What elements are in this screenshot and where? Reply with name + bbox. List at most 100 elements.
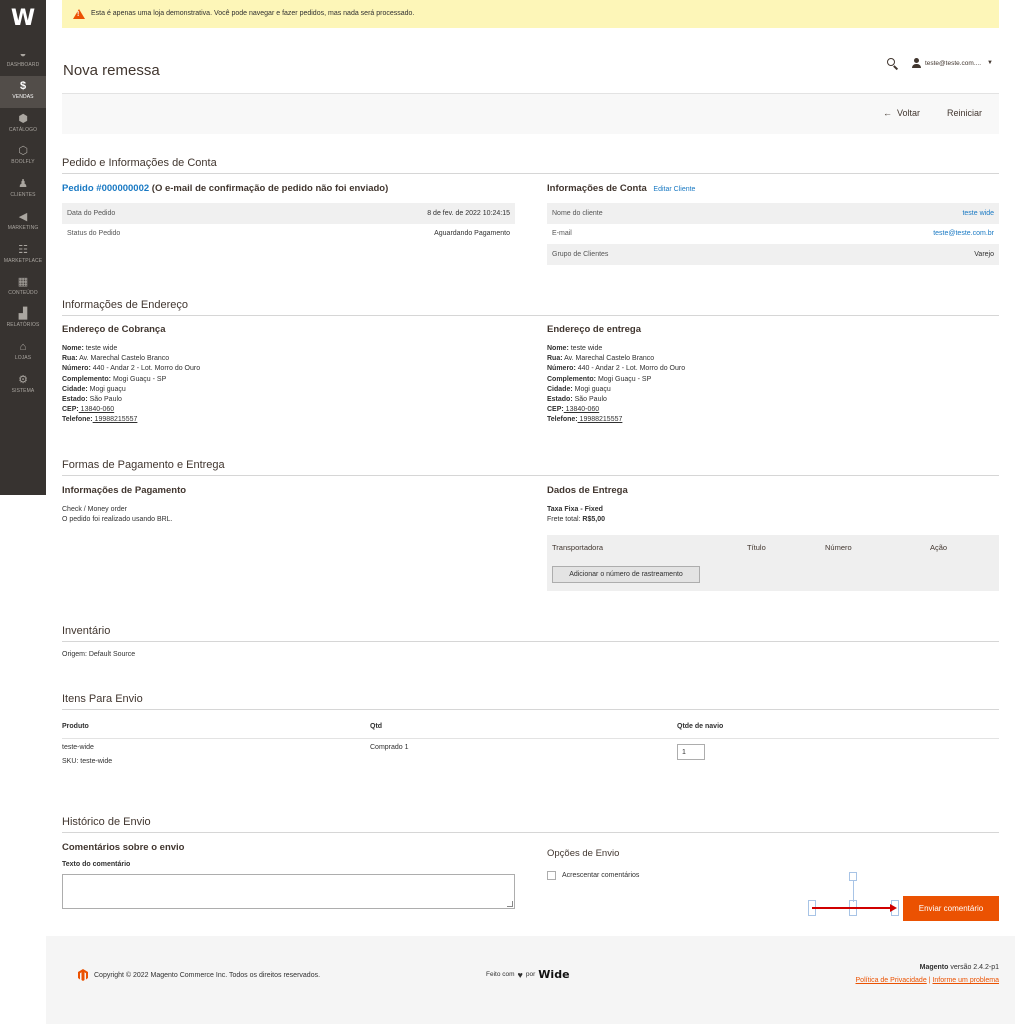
arrow-head-icon — [890, 904, 897, 912]
wide-brand-logo[interactable]: Wide — [538, 968, 569, 981]
append-comments-option[interactable]: Acrescentar comentários — [547, 871, 639, 880]
address-line: Telefone: 19988215557 — [547, 416, 623, 424]
search-icon[interactable] — [886, 57, 899, 70]
sidebar-item-label: CATÁLOGO — [8, 127, 38, 133]
order-info-table: Data do Pedido 8 de fev. de 2022 10:24:1… — [62, 203, 515, 244]
annotation-arrow — [812, 907, 894, 909]
comment-textarea[interactable] — [62, 874, 515, 909]
sidebar-item-lojas[interactable]: ⌂ LOJAS — [0, 337, 46, 369]
ship-qty-input[interactable]: 1 — [677, 744, 705, 760]
billing-address-title: Endereço de Cobrança — [62, 324, 166, 335]
payment-currency-note: O pedido foi realizado usando BRL. — [62, 516, 173, 523]
page-actions-bar: ← Voltar Reiniciar — [62, 93, 999, 134]
sidebar-item-relatórios[interactable]: ▟ RELATÓRIOS — [0, 304, 46, 336]
privacy-policy-link[interactable]: Política de Privacidade — [856, 977, 927, 984]
copyright: Copyright © 2022 Magento Commerce Inc. T… — [78, 969, 320, 981]
section-title-payment-shipping: Formas de Pagamento e Entrega — [62, 459, 999, 476]
magento-logo-icon — [78, 969, 88, 981]
sidebar-item-clientes[interactable]: ♟ CLIENTES — [0, 174, 46, 206]
sidebar-item-vendas[interactable]: $ VENDAS — [0, 76, 46, 108]
address-line: Nome: teste wide — [547, 345, 603, 352]
wide-logo[interactable]: W — [8, 6, 38, 32]
order-heading: Pedido #000000002 (O e-mail de confirmaç… — [62, 183, 388, 194]
customer-group-row: Grupo de Clientes Varejo — [547, 244, 999, 265]
sidebar-item-marketplace[interactable]: ☷ MARKETPLACE — [0, 240, 46, 272]
customer-name-row: Nome do cliente teste wide — [547, 203, 999, 224]
footer-links: Política de Privacidade | Informe um pro… — [855, 977, 999, 984]
address-line: Cidade: Mogi guaçu — [62, 385, 126, 393]
sidebar-item-boolfly[interactable]: ⬡ BOOLFLY — [0, 141, 46, 173]
customer-group: Varejo — [974, 250, 994, 258]
demo-store-notice: ! Esta é apenas uma loja demonstrativa. … — [62, 0, 999, 28]
sidebar-item-sistema[interactable]: ⚙ SISTEMA — [0, 370, 46, 402]
sidebar-item-label: BOOLFLY — [11, 159, 35, 165]
store-icon: ⌂ — [19, 341, 27, 353]
customer-name-link[interactable]: teste wide — [962, 210, 994, 217]
order-link[interactable]: Pedido #000000002 — [62, 183, 149, 194]
payment-info-title: Informações de Pagamento — [62, 485, 187, 496]
order-status: Aguardando Pagamento — [434, 230, 510, 238]
annotation-overlay — [806, 872, 902, 916]
address-line: Telefone: 19988215557 — [62, 416, 138, 424]
resize-handle-icon[interactable] — [507, 901, 513, 907]
address-line: Estado: São Paulo — [547, 396, 607, 404]
gear-icon: ⚙ — [18, 374, 28, 386]
sidebar-item-marketing[interactable]: ◀ MARKETING — [0, 207, 46, 239]
add-tracking-number-button[interactable]: Adicionar o número de rastreamento — [552, 566, 700, 583]
sidebar-item-label: LOJAS — [14, 355, 32, 361]
sidebar-item-catálogo[interactable]: ⬢ CATÁLOGO — [0, 109, 46, 141]
sidebar-item-label: VENDAS — [12, 94, 34, 100]
shipping-data-title: Dados de Entrega — [547, 485, 628, 496]
section-title-order-account: Pedido e Informações de Conta — [62, 157, 999, 174]
caret-down-icon[interactable]: ▼ — [987, 60, 993, 66]
section-title-address: Informações de Endereço — [62, 299, 999, 316]
page-title: Nova remessa — [63, 62, 160, 79]
address-line: Estado: São Paulo — [62, 396, 122, 404]
sidebar-item-label: MARKETING — [7, 225, 39, 231]
made-with: Feito com ♥ por Wide — [486, 968, 570, 981]
footer: Copyright © 2022 Magento Commerce Inc. T… — [46, 936, 1015, 1024]
address-line: Cidade: Mogi guaçu — [547, 385, 611, 393]
order-date: 8 de fev. de 2022 10:24:15 — [427, 209, 510, 217]
freight-total: Frete total: R$5,00 — [547, 516, 605, 523]
report-issue-link[interactable]: Informe um problema — [932, 977, 999, 984]
sidebar-item-label: CLIENTES — [10, 192, 36, 198]
edit-customer-link[interactable]: Editar Cliente — [653, 186, 695, 193]
append-comments-checkbox[interactable] — [547, 871, 556, 880]
product-sku: SKU: teste-wide — [62, 758, 113, 765]
billing-address: Nome: teste wide Rua: Av. Marechal Castel… — [62, 344, 200, 426]
tracking-table: Transportadora Título Número Ação Adicio… — [547, 535, 999, 591]
account-info-table: Nome do cliente teste wide E-mail teste@… — [547, 203, 999, 265]
address-line: CEP: 13840-060 — [62, 406, 115, 414]
shipping-address-title: Endereço de entrega — [547, 324, 641, 335]
payment-info: Check / Money order O pedido foi realiza… — [62, 505, 173, 525]
section-title-inventory: Inventário — [62, 625, 999, 642]
cube-icon: ⬢ — [18, 113, 28, 125]
sidebar-item-label: DASHBOARD — [6, 62, 40, 68]
sidebar-item-conteúdo[interactable]: ▦ CONTEÚDO — [0, 272, 46, 304]
dashboard-icon: ◒ — [19, 48, 27, 60]
sitemap-icon: ☷ — [18, 244, 28, 256]
sidebar-item-label: SISTEMA — [11, 388, 35, 394]
comment-text-label: Texto do comentário — [62, 861, 131, 868]
items-table-header: Produto Qtd Qtde de navio — [62, 723, 999, 739]
version-info: Magento versão 2.4.2-p1 — [919, 964, 999, 971]
comments-title: Comentários sobre o envio — [62, 842, 185, 853]
inventory-origin: Origem: Default Source — [62, 651, 136, 658]
person-icon: ♟ — [18, 178, 28, 190]
account-info-heading: Informações de Conta Editar Cliente — [547, 183, 696, 194]
shipping-address: Nome: teste wide Rua: Av. Marechal Castel… — [547, 344, 685, 426]
heart-icon: ♥ — [517, 969, 523, 980]
submit-comment-button[interactable]: Enviar comentário — [903, 896, 999, 921]
reset-button[interactable]: Reiniciar — [947, 108, 982, 118]
notice-text: Esta é apenas uma loja demonstrativa. Vo… — [91, 10, 415, 17]
sidebar-item-dashboard[interactable]: ◒ DASHBOARD — [0, 44, 46, 76]
address-line: Rua: Av. Marechal Castelo Branco — [547, 355, 655, 363]
order-status-row: Status do Pedido Aguardando Pagamento — [67, 230, 510, 238]
customer-email-link[interactable]: teste@teste.com.br — [933, 230, 994, 237]
user-menu[interactable]: teste@teste.com.... — [925, 60, 981, 67]
address-line: Rua: Av. Marechal Castelo Branco — [62, 355, 170, 363]
admin-sidebar: W ◒ DASHBOARD $ VENDAS ⬢ CATÁLOGO ⬡ BOOLFLY ♟ CLI… — [0, 0, 46, 495]
back-button[interactable]: ← Voltar — [883, 108, 920, 118]
shipping-method: Taxa Fixa - Fixed — [547, 506, 603, 513]
